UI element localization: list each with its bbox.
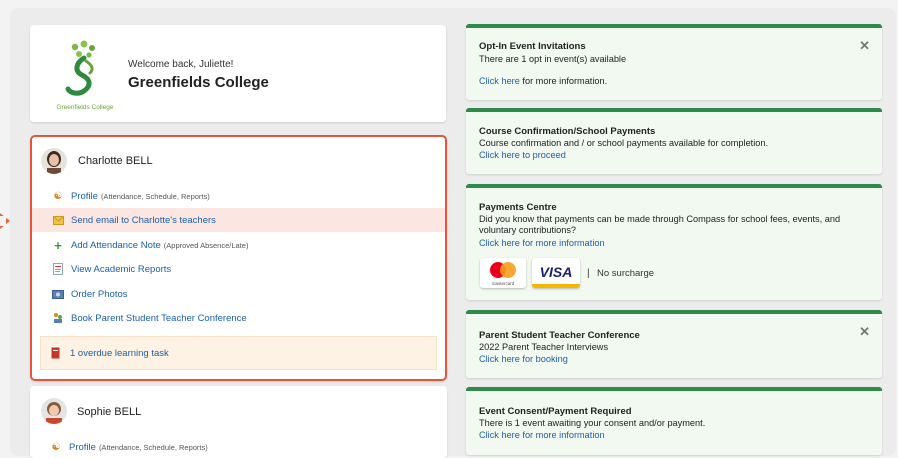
notice-title: Event Consent/Payment Required (479, 406, 632, 417)
profile-link[interactable]: ☯ Profile (Attendance, Schedule, Reports… (30, 435, 447, 458)
profile-link-note: (Attendance, Schedule, Reports) (98, 442, 208, 452)
notice-link-rest: for more information. (519, 76, 608, 86)
optin-notice: Opt-In Event Invitations There are 1 opt… (466, 24, 882, 100)
overdue-task-box[interactable]: 1 overdue learning task (40, 336, 437, 370)
envelope-icon (52, 214, 64, 226)
avatar (41, 398, 67, 424)
notice-text: There is 1 event awaiting your consent a… (479, 418, 706, 428)
student-name: Sophie BELL (77, 406, 142, 418)
attendance-note-note: (Approved Absence/Late) (163, 240, 249, 250)
notice-link[interactable]: Click here for booking (479, 354, 568, 364)
conference-icon (52, 312, 64, 324)
notice-title: Course Confirmation/School Payments (479, 126, 656, 137)
overdue-task-label[interactable]: 1 overdue learning task (70, 348, 169, 359)
course-notice: Course Confirmation/School Payments Cour… (466, 108, 882, 174)
close-icon[interactable]: ✕ (859, 38, 870, 54)
logo-text: Greenfields College (56, 104, 114, 111)
profile-link-label[interactable]: Profile (71, 191, 98, 202)
notice-title: Payments Centre (479, 202, 557, 213)
book-conference-link[interactable]: Book Parent Student Teacher Conference (32, 306, 445, 330)
academic-reports-label[interactable]: View Academic Reports (71, 264, 171, 275)
academic-reports-link[interactable]: View Academic Reports (32, 257, 445, 281)
report-icon (52, 263, 64, 275)
notice-text: There are 1 opt in event(s) available (479, 54, 627, 64)
student-card-sophie: Sophie BELL ☯ Profile (Attendance, Sched… (30, 386, 447, 458)
visa-logo: VISA (532, 258, 580, 288)
school-name: Greenfields College (128, 74, 269, 91)
welcome-message: Welcome back, Juliette! (128, 59, 234, 70)
attendance-note-label[interactable]: Add Attendance Note (71, 240, 161, 251)
conference-notice: Parent Student Teacher Conference 2022 P… (466, 310, 882, 378)
task-icon (51, 347, 63, 359)
separator: | (587, 268, 590, 279)
close-icon[interactable]: ✕ (859, 324, 870, 340)
school-logo: Greenfields College (48, 39, 122, 111)
notice-link-line: Click here for more information. (479, 76, 607, 86)
attendance-note-link[interactable]: + Add Attendance Note (Approved Absence/… (32, 233, 445, 257)
profile-link[interactable]: ☯ Profile (Attendance, Schedule, Reports… (32, 184, 445, 208)
send-email-link[interactable]: Send email to Charlotte's teachers (32, 208, 445, 232)
notice-link[interactable]: Click here (479, 76, 520, 86)
notice-title: Parent Student Teacher Conference (479, 330, 640, 341)
student-name: Charlotte BELL (78, 155, 153, 167)
book-conference-label[interactable]: Book Parent Student Teacher Conference (71, 313, 247, 324)
order-photos-label[interactable]: Order Photos (71, 289, 128, 300)
photo-icon (52, 288, 64, 300)
person-icon: ☯ (51, 441, 61, 453)
profile-link-note: (Attendance, Schedule, Reports) (100, 191, 210, 201)
mastercard-logo: mastercard (480, 258, 526, 288)
surcharge-text: No surcharge (597, 268, 655, 279)
send-email-label[interactable]: Send email to Charlotte's teachers (71, 215, 216, 226)
notice-title: Opt-In Event Invitations (479, 41, 586, 52)
notice-text: Course confirmation and / or school paym… (479, 138, 769, 148)
order-photos-link[interactable]: Order Photos (32, 282, 445, 306)
mastercard-label: mastercard (491, 281, 515, 286)
notice-text: 2022 Parent Teacher Interviews (479, 342, 609, 352)
visa-label: VISA (539, 264, 573, 280)
notice-link[interactable]: Click here for more information (479, 430, 605, 440)
pointer-arrow-icon (0, 213, 10, 229)
consent-notice: Event Consent/Payment Required There is … (466, 387, 882, 455)
school-card: Greenfields College Welcome back, Juliet… (30, 25, 446, 122)
student-card-charlotte: Charlotte BELL ☯ Profile (Attendance, Sc… (30, 135, 447, 381)
payments-notice: Payments Centre Did you know that paymen… (466, 184, 882, 300)
avatar (41, 148, 67, 174)
plus-icon: + (54, 237, 62, 253)
person-icon: ☯ (53, 190, 63, 202)
notice-link[interactable]: Click here for more information (479, 238, 605, 248)
visa-bar (532, 284, 580, 288)
notice-link[interactable]: Click here to proceed (479, 150, 566, 160)
notice-text: Did you know that payments can be made t… (479, 214, 841, 235)
profile-link-label[interactable]: Profile (69, 442, 96, 453)
